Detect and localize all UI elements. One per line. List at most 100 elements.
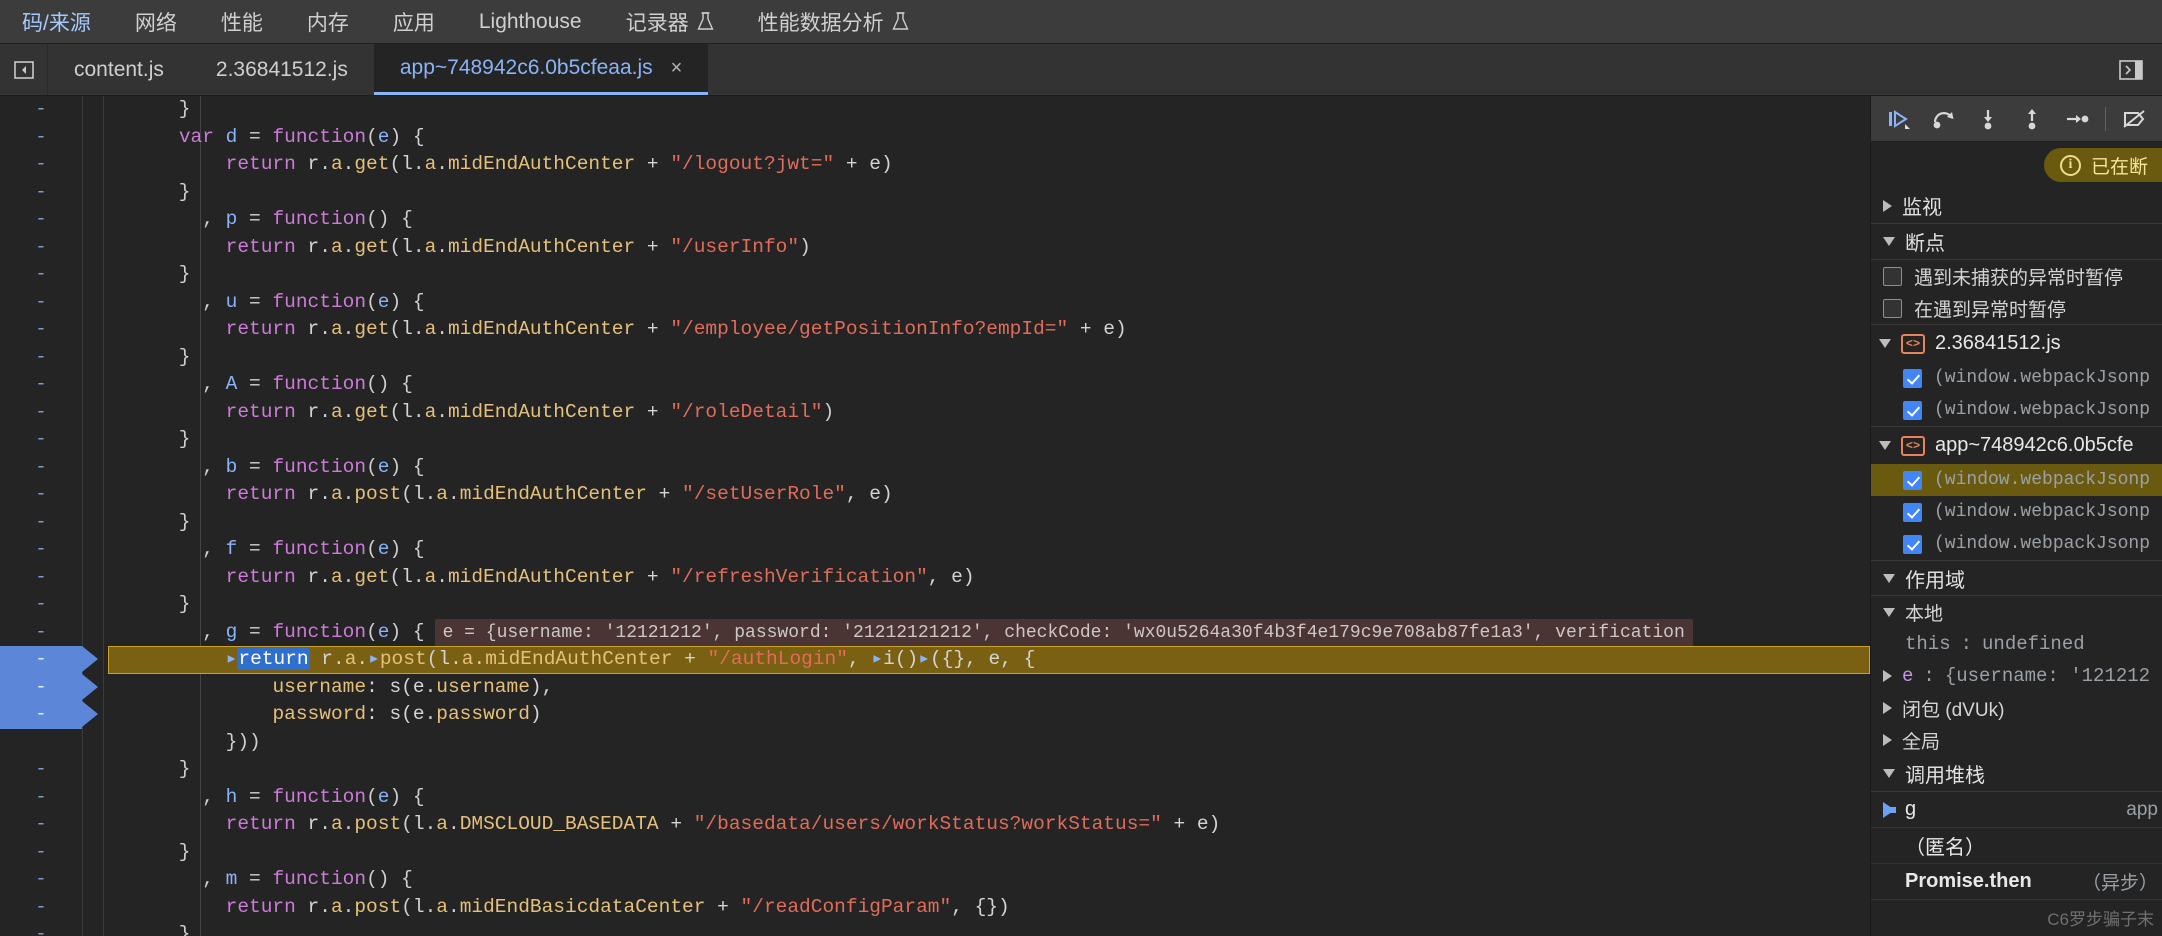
exception-option-1[interactable]: 在遇到异常时暂停 bbox=[1871, 292, 2162, 324]
scope-local[interactable]: 本地 bbox=[1871, 596, 2162, 628]
code-token: . bbox=[342, 318, 355, 340]
code-token: post bbox=[354, 895, 402, 918]
gutter-line[interactable]: - bbox=[0, 399, 82, 427]
code-token: "/refreshVerification" bbox=[670, 565, 928, 588]
panel-tab-7[interactable]: 性能数据分析 bbox=[736, 0, 931, 44]
code-token: e bbox=[377, 290, 390, 313]
gutter-line[interactable]: - bbox=[0, 619, 82, 647]
code-line: return r.a.post(l.a.midEndAuthCenter + "… bbox=[108, 481, 1870, 509]
panel-tab-6[interactable]: 记录器 bbox=[604, 0, 736, 44]
gutter-line[interactable]: - bbox=[0, 701, 98, 729]
callstack-frame-2[interactable]: Promise.then （异步） bbox=[1871, 864, 2162, 900]
breakpoint-item[interactable]: (window.webpackJsonp bbox=[1871, 528, 2162, 560]
gutter-line[interactable]: - bbox=[0, 591, 82, 619]
deactivate-breakpoints-button[interactable] bbox=[2112, 96, 2156, 142]
resume-button[interactable] bbox=[1877, 96, 1921, 142]
section-callstack[interactable]: 调用堆栈 bbox=[1871, 756, 2162, 792]
scope-closure[interactable]: 闭包 (dVUk) bbox=[1871, 692, 2162, 724]
panel-tab-2[interactable]: 性能 bbox=[199, 0, 285, 44]
breakpoint-item[interactable]: (window.webpackJsonp bbox=[1871, 394, 2162, 426]
code-token: . bbox=[319, 483, 331, 505]
step-button[interactable] bbox=[2054, 96, 2098, 142]
breakpoint-file-0[interactable]: <> 2.36841512.js bbox=[1871, 324, 2162, 362]
checkbox[interactable] bbox=[1883, 266, 1902, 286]
callstack-frame-0[interactable]: g app bbox=[1871, 792, 2162, 828]
line-gutter[interactable]: ------------------------------ bbox=[0, 96, 98, 936]
checkbox[interactable] bbox=[1903, 470, 1922, 490]
gutter-line[interactable]: - bbox=[0, 839, 82, 867]
gutter-line[interactable]: - bbox=[0, 206, 82, 234]
gutter-line[interactable]: - bbox=[0, 426, 82, 454]
code-token: . bbox=[342, 565, 355, 588]
panel-tab-3[interactable]: 内存 bbox=[285, 0, 371, 44]
checkbox[interactable] bbox=[1903, 368, 1922, 388]
breakpoint-item-label: (window.webpackJsonp bbox=[1934, 502, 2151, 522]
file-tab-0[interactable]: content.js bbox=[48, 44, 190, 95]
gutter-line[interactable]: - bbox=[0, 151, 82, 179]
code-line: } bbox=[108, 261, 1870, 289]
gutter-line[interactable]: - bbox=[0, 536, 82, 564]
gutter-line[interactable]: - bbox=[0, 784, 82, 812]
gutter-line[interactable]: - bbox=[0, 316, 82, 344]
gutter-line[interactable]: - bbox=[0, 124, 82, 152]
step-into-icon bbox=[1983, 109, 1992, 129]
step-into-button[interactable] bbox=[1966, 96, 2010, 142]
section-watch[interactable]: 监视 bbox=[1871, 188, 2162, 224]
devtools-window: 码/来源 网络 性能 内存 应用 Lighthouse 记录器 性能数据分析 content.… bbox=[0, 0, 2162, 936]
gutter-line[interactable]: - bbox=[0, 921, 82, 936]
section-breakpoints[interactable]: 断点 bbox=[1871, 224, 2162, 260]
gutter-line[interactable]: - bbox=[0, 289, 82, 317]
panel-tab-0[interactable]: 码/来源 bbox=[0, 0, 113, 44]
checkbox[interactable] bbox=[1883, 298, 1902, 318]
gutter-line[interactable]: - bbox=[0, 509, 82, 537]
gutter-line[interactable]: - bbox=[0, 811, 82, 839]
panel-tab-1[interactable]: 网络 bbox=[113, 0, 199, 44]
source-file-icon: <> bbox=[1901, 333, 1925, 354]
gutter-line[interactable]: - bbox=[0, 646, 98, 674]
gutter-line[interactable]: - bbox=[0, 564, 82, 592]
checkbox[interactable] bbox=[1903, 502, 1922, 522]
gutter-line[interactable]: - bbox=[0, 756, 82, 784]
code-token: . bbox=[342, 153, 355, 175]
gutter-line[interactable]: - bbox=[0, 96, 82, 124]
panel-tab-5[interactable]: Lighthouse bbox=[457, 0, 604, 44]
scope-entry-0[interactable]: this: undefined bbox=[1871, 628, 2162, 660]
breakpoint-item[interactable]: (window.webpackJsonp bbox=[1871, 464, 2162, 496]
gutter-line[interactable]: - bbox=[0, 481, 82, 509]
breakpoint-item[interactable]: (window.webpackJsonp bbox=[1871, 496, 2162, 528]
code-token: get bbox=[354, 153, 390, 175]
breakpoint-item-label: (window.webpackJsonp bbox=[1934, 534, 2151, 554]
code-token: ( bbox=[389, 153, 402, 175]
scope-global[interactable]: 全局 bbox=[1871, 724, 2162, 756]
gutter-line[interactable]: - bbox=[0, 866, 82, 894]
gutter-line[interactable]: - bbox=[0, 234, 82, 262]
show-navigator-button[interactable] bbox=[0, 44, 48, 95]
code-token: ▸ bbox=[871, 648, 884, 670]
checkbox[interactable] bbox=[1903, 534, 1922, 554]
code-token: ( bbox=[366, 785, 378, 808]
gutter-line[interactable] bbox=[0, 729, 82, 757]
scope-entry-1[interactable]: e: {username: '121212 bbox=[1871, 660, 2162, 692]
show-debugger-sidebar-button[interactable] bbox=[2118, 44, 2162, 95]
exception-option-0[interactable]: 遇到未捕获的异常时暂停 bbox=[1871, 260, 2162, 292]
gutter-line[interactable]: - bbox=[0, 344, 82, 372]
callstack-frame-1[interactable]: （匿名） bbox=[1871, 828, 2162, 864]
breakpoint-item[interactable]: (window.webpackJsonp bbox=[1871, 362, 2162, 394]
section-scope[interactable]: 作用域 bbox=[1871, 560, 2162, 596]
gutter-line[interactable]: - bbox=[0, 454, 82, 482]
gutter-line[interactable]: - bbox=[0, 179, 82, 207]
code-editor[interactable]: ------------------------------ } var d =… bbox=[0, 96, 1870, 936]
gutter-line[interactable]: - bbox=[0, 261, 82, 289]
breakpoint-file-1[interactable]: <> app~748942c6.0b5cfe bbox=[1871, 426, 2162, 464]
gutter-line[interactable]: - bbox=[0, 894, 82, 922]
code-content[interactable]: } var d = function(e) { return r.a.get(l… bbox=[104, 96, 1870, 936]
step-over-button[interactable] bbox=[1921, 96, 1965, 142]
gutter-line[interactable]: - bbox=[0, 371, 82, 399]
file-tab-2[interactable]: app~748942c6.0b5cfeaa.js × bbox=[373, 44, 709, 95]
gutter-line[interactable]: - bbox=[0, 673, 98, 701]
step-out-button[interactable] bbox=[2010, 96, 2054, 142]
file-tab-1[interactable]: 2.36841512.js bbox=[190, 44, 374, 95]
checkbox[interactable] bbox=[1903, 400, 1922, 420]
close-icon[interactable]: × bbox=[671, 58, 683, 78]
panel-tab-4[interactable]: 应用 bbox=[371, 0, 457, 44]
